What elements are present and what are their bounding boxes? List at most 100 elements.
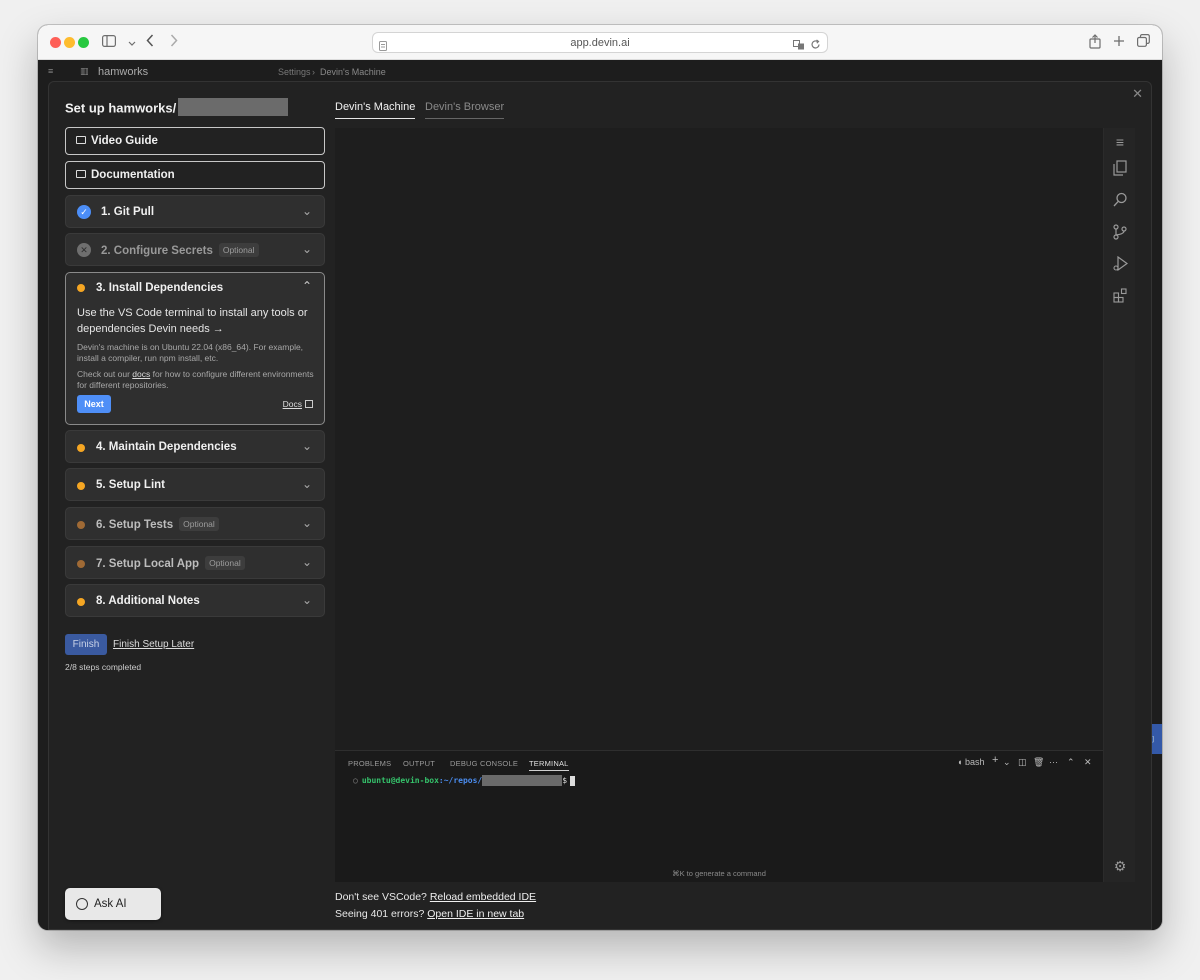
optional-tag: Optional: [179, 517, 219, 531]
terminal-shell-selector[interactable]: ◖ bash: [957, 757, 984, 767]
chevron-down-icon: ⌄: [301, 204, 312, 218]
step-setup-local-app[interactable]: 7. Setup Local App Optional ⌄: [65, 546, 325, 579]
background-header: ≡ ▥ hamworks Settings › Devin's Machine: [48, 66, 386, 78]
step-lead-text: Use the VS Code terminal to install any …: [77, 307, 308, 335]
inline-docs-link[interactable]: docs: [132, 369, 150, 379]
search-icon[interactable]: [1112, 192, 1128, 208]
next-button[interactable]: Next: [77, 395, 111, 413]
run-debug-icon[interactable]: [1112, 255, 1128, 272]
step-note-ubuntu: Devin's machine is on Ubuntu 22.04 (x86_…: [77, 342, 304, 363]
split-terminal-icon[interactable]: ◫: [1018, 757, 1027, 768]
step-title: 6. Setup Tests Optional: [96, 517, 219, 532]
new-tab-icon[interactable]: [1113, 34, 1125, 50]
tabs-overview-icon[interactable]: [1137, 34, 1150, 50]
step-git-pull[interactable]: ✓ 1. Git Pull ⌄: [65, 195, 325, 228]
prompt-path: :~/repos/: [438, 776, 483, 785]
status-dot: [77, 521, 85, 529]
panel-tab-terminal[interactable]: TERMINAL: [529, 759, 569, 771]
panel-tab-problems[interactable]: PROBLEMS: [348, 759, 391, 768]
optional-tag: Optional: [218, 243, 259, 257]
shell-name: bash: [964, 757, 985, 767]
address-bar[interactable]: app.devin.ai: [372, 32, 828, 53]
sidebar-icon[interactable]: [102, 34, 117, 50]
workspace-name: hamworks: [98, 66, 149, 78]
status-dot: [77, 444, 85, 452]
tab-devins-machine[interactable]: Devin's Machine: [335, 101, 416, 119]
ask-ai-button[interactable]: Ask AI: [65, 888, 161, 920]
reload-icon[interactable]: [810, 37, 821, 55]
share-icon[interactable]: [1089, 34, 1101, 52]
video-guide-label: Video Guide: [91, 135, 158, 147]
chevron-down-icon[interactable]: ⌄: [1003, 757, 1011, 768]
breadcrumb-settings: Settings: [278, 67, 311, 77]
generate-command-hint: ⌘K to generate a command: [672, 869, 766, 878]
status-dot: [77, 284, 85, 292]
finish-button[interactable]: Finish: [65, 634, 107, 655]
chevron-down-icon: ⌄: [301, 439, 312, 453]
tab-devins-browser[interactable]: Devin's Browser: [425, 101, 505, 119]
terminal-prompt[interactable]: ○ ubuntu@devin-box:~/repos/ $: [353, 775, 576, 786]
open-ide-new-tab-link[interactable]: Open IDE in new tab: [427, 908, 524, 920]
x-icon: ✕: [77, 243, 91, 257]
browser-toolbar: app.devin.ai: [38, 25, 1162, 60]
help-new-tab: Seeing 401 errors? Open IDE in new tab: [335, 908, 525, 920]
step-note-docs: Check out our docs for how to configure …: [77, 369, 314, 390]
more-icon[interactable]: ···: [1049, 757, 1058, 767]
chevron-down-icon[interactable]: [128, 34, 136, 50]
video-guide-button[interactable]: Video Guide: [65, 127, 325, 155]
browser-window: app.devin.ai ≡ ▥ hamworks Settings › Dev…: [38, 25, 1162, 930]
close-window-button[interactable]: [50, 37, 61, 48]
minimize-window-button[interactable]: [64, 37, 75, 48]
trash-icon[interactable]: 🗑︎: [1033, 757, 1044, 768]
url-text: app.devin.ai: [570, 37, 630, 49]
step-title[interactable]: 3. Install Dependencies: [96, 282, 223, 294]
settings-gear-icon[interactable]: ⚙: [1112, 858, 1128, 874]
step-setup-lint[interactable]: 5. Setup Lint ⌄: [65, 468, 325, 501]
documentation-button[interactable]: Documentation: [65, 161, 325, 189]
workspace-icon: ▥: [80, 66, 89, 76]
forward-icon[interactable]: [170, 34, 178, 50]
breadcrumb-machine: Devin's Machine: [320, 67, 386, 77]
extensions-icon[interactable]: [1112, 288, 1128, 304]
menu-icon[interactable]: ≡: [1112, 134, 1128, 150]
explorer-icon[interactable]: [1112, 160, 1128, 176]
prompt-symbol: $: [562, 776, 568, 785]
activity-bar: ≡ ⚙: [1103, 128, 1135, 882]
setup-modal: ✕ Set up hamworks/ Video Guide Documenta…: [48, 81, 1152, 930]
book-icon: [76, 170, 86, 178]
close-panel-icon[interactable]: ✕: [1084, 757, 1092, 768]
chevron-up-icon[interactable]: ⌃: [302, 279, 312, 293]
step-setup-tests[interactable]: 6. Setup Tests Optional ⌄: [65, 507, 325, 540]
close-icon[interactable]: ✕: [1132, 86, 1143, 102]
prompt-user: ubuntu@devin-box: [361, 776, 439, 785]
editor-area[interactable]: [335, 128, 1103, 750]
shell-icon: ◖: [957, 757, 963, 767]
finish-later-link[interactable]: Finish Setup Later: [113, 639, 194, 650]
step-title: 8. Additional Notes: [96, 595, 200, 607]
status-dot: [77, 560, 85, 568]
chevron-down-icon: ⌄: [301, 477, 312, 491]
maximize-window-button[interactable]: [78, 37, 89, 48]
step-configure-secrets[interactable]: ✕ 2. Configure Secrets Optional ⌄: [65, 233, 325, 266]
docs-link[interactable]: Docs: [283, 399, 313, 409]
menu-icon: ≡: [48, 66, 54, 76]
status-dot: [77, 482, 85, 490]
chevron-down-icon: ⌄: [301, 593, 312, 607]
back-icon[interactable]: [146, 34, 154, 50]
step-title: 7. Setup Local App Optional: [96, 556, 245, 571]
translate-icon[interactable]: [793, 37, 805, 55]
step-maintain-dependencies[interactable]: 4. Maintain Dependencies ⌄: [65, 430, 325, 463]
step-additional-notes[interactable]: 8. Additional Notes ⌄: [65, 584, 325, 617]
chevron-up-icon[interactable]: ⌃: [1067, 757, 1075, 768]
terminal-panel: PROBLEMS OUTPUT DEBUG CONSOLE TERMINAL ◖…: [335, 750, 1103, 882]
documentation-label: Documentation: [91, 169, 175, 181]
reload-ide-link[interactable]: Reload embedded IDE: [430, 891, 536, 903]
step-title: 1. Git Pull: [101, 206, 155, 218]
chevron-down-icon: ⌄: [301, 242, 312, 256]
step-title: 2. Configure Secrets Optional: [101, 243, 259, 258]
panel-tab-debug-console[interactable]: DEBUG CONSOLE: [450, 759, 518, 768]
chat-bubble-icon: [76, 898, 88, 910]
panel-tab-output[interactable]: OUTPUT: [403, 759, 435, 768]
new-terminal-icon[interactable]: +: [992, 754, 998, 766]
source-control-icon[interactable]: [1112, 224, 1128, 240]
